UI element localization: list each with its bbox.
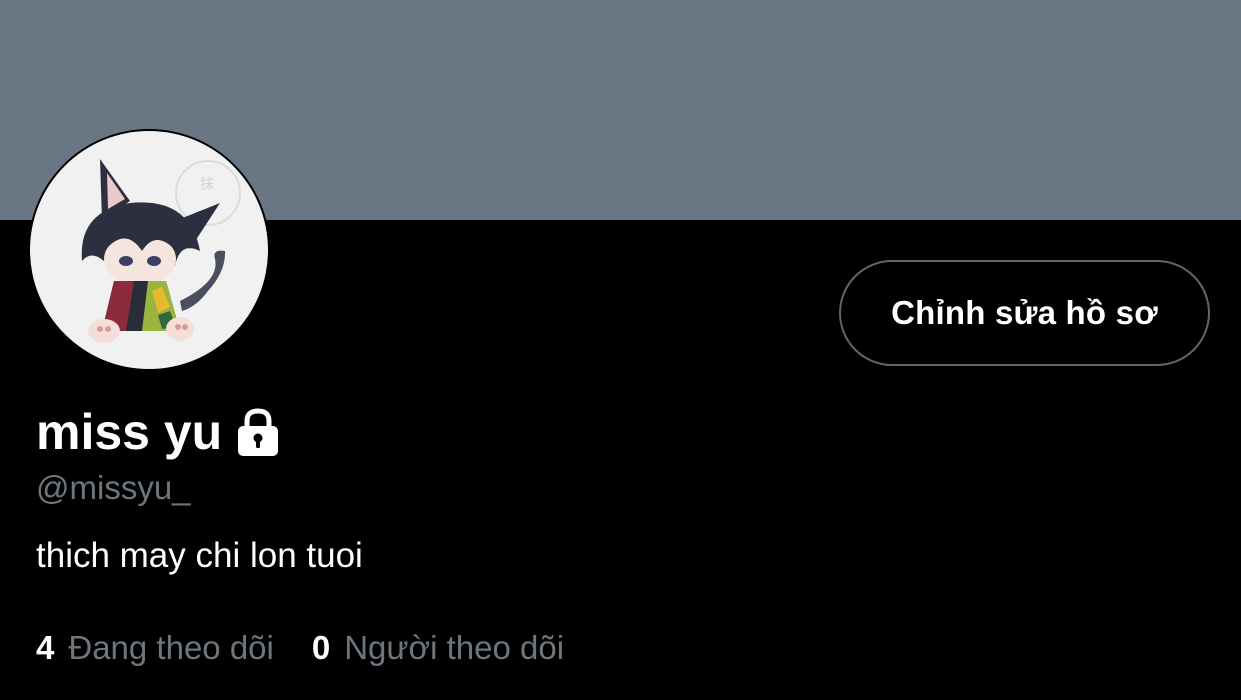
display-name: miss yu (36, 404, 223, 460)
following-link[interactable]: 4 Đang theo dõi (36, 629, 274, 666)
edit-profile-button[interactable]: Chỉnh sửa hồ sơ (839, 260, 1210, 366)
following-count: 4 (36, 629, 55, 666)
lock-icon (234, 407, 282, 457)
profile-bio: thich may chi lon tuoi (36, 536, 363, 575)
avatar-image: 抹 (30, 131, 268, 369)
followers-label: Người theo dõi (344, 629, 565, 666)
svg-text:抹: 抹 (200, 177, 214, 193)
profile-stats: 4 Đang theo dõi 0 Người theo dõi (36, 629, 565, 666)
following-label: Đang theo dõi (68, 629, 274, 666)
profile-avatar[interactable]: 抹 (28, 129, 270, 371)
followers-link[interactable]: 0 Người theo dõi (311, 629, 565, 666)
profile-name-row: miss yu (36, 400, 282, 464)
followers-count: 0 (311, 629, 331, 666)
profile-handle: @missyu_ (36, 469, 191, 506)
